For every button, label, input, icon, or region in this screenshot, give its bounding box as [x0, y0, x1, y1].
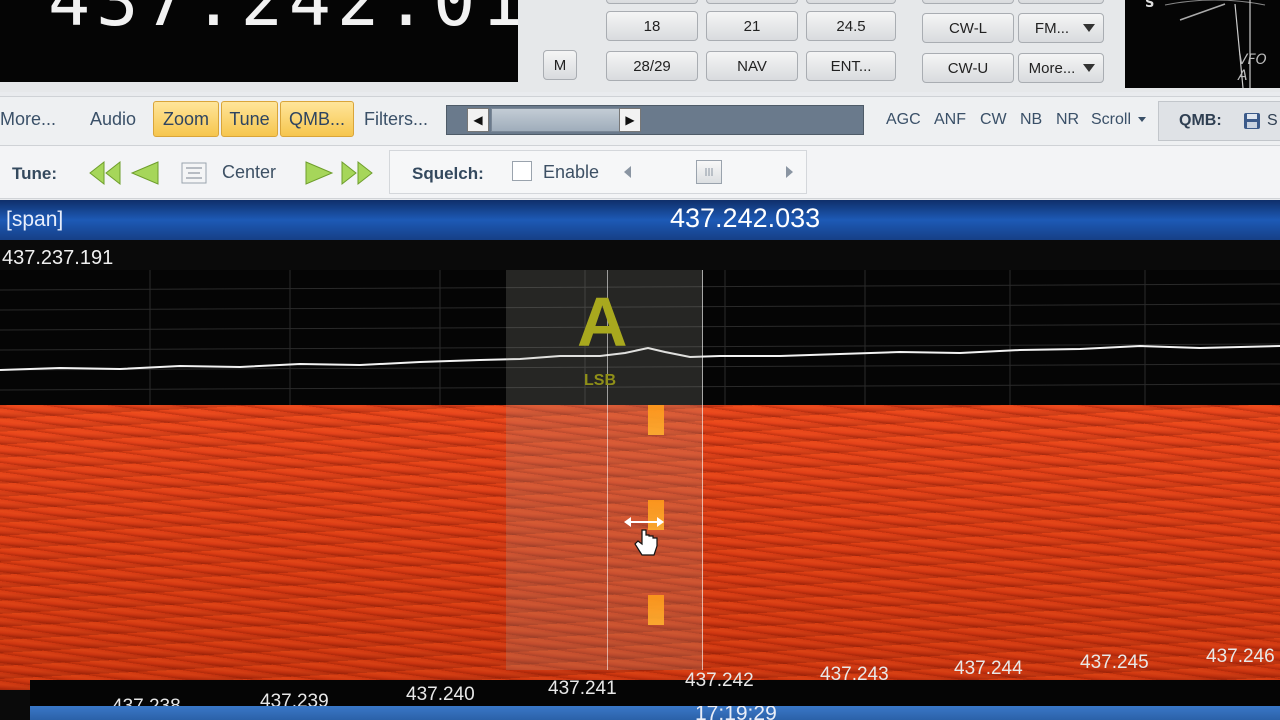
- arrow-right-icon[interactable]: ▶: [619, 108, 641, 132]
- more-menu[interactable]: More...: [0, 109, 56, 130]
- band-button-28-29[interactable]: 28/29: [606, 51, 698, 81]
- resize-hand-cursor-icon: [624, 517, 664, 556]
- zoom-slider[interactable]: ◀ ▶: [446, 105, 864, 135]
- filters-menu[interactable]: Filters...: [364, 109, 428, 130]
- anf-button[interactable]: ANF: [934, 111, 966, 129]
- spectrum-display[interactable]: [span] 437.242.033 437.237.191 A LSB 437…: [0, 200, 1280, 720]
- main-toolbar: More... Audio Zoom Tune QMB... Filters..…: [0, 96, 1280, 146]
- band-button-24-5[interactable]: 24.5: [806, 11, 896, 41]
- center-frequency: 437.242.033: [670, 203, 821, 233]
- mode-cw-l-label: CW-L: [948, 19, 988, 37]
- nb-button[interactable]: NB: [1020, 111, 1042, 129]
- mode-fm-dropdown[interactable]: FM...: [1018, 13, 1104, 43]
- tick-label: 437.240: [406, 684, 475, 705]
- step-back-icon[interactable]: [128, 160, 162, 186]
- mode-button-top-1[interactable]: [922, 0, 1014, 4]
- agc-button[interactable]: AGC: [886, 111, 921, 129]
- nr-button[interactable]: NR: [1056, 111, 1079, 129]
- squelch-enable-label: Enable: [543, 162, 600, 182]
- frequency-readout: 437.242.016: [48, 0, 518, 42]
- nav-button[interactable]: NAV: [706, 51, 798, 81]
- mode-fm-label: FM...: [1034, 19, 1070, 37]
- top-panel: 437.242.016 18 21 24.5 M 28/29 NAV ENT..…: [0, 0, 1280, 92]
- status-bar: 17:19:29: [30, 706, 1280, 720]
- zoom-slider-thumb[interactable]: [491, 108, 621, 132]
- step-forward-icon[interactable]: [302, 160, 336, 186]
- chevron-down-icon: [1083, 24, 1095, 32]
- keypad-button-top-3[interactable]: [806, 0, 896, 4]
- mode-cw-u-label: CW-U: [947, 59, 989, 77]
- zoom-label: Zoom: [162, 108, 209, 129]
- tune-row-label: Tune:: [12, 164, 58, 183]
- vfo-meter-panel: S VFO A: [1125, 0, 1280, 88]
- band-button-18[interactable]: 18: [606, 11, 698, 41]
- center-icon[interactable]: [180, 160, 208, 186]
- qmb-toggle[interactable]: QMB...: [280, 101, 354, 137]
- vfo-letter: A: [577, 283, 628, 361]
- audio-tab[interactable]: Audio: [90, 109, 136, 130]
- mode-cw-u-button[interactable]: CW-U: [922, 53, 1014, 83]
- chevron-down-icon: [1083, 64, 1095, 72]
- squelch-enable-checkbox[interactable]: [512, 161, 532, 181]
- vfo-label: VFO A: [1238, 52, 1267, 84]
- zoom-toggle[interactable]: Zoom: [153, 101, 219, 137]
- arrow-left-icon[interactable]: [624, 166, 631, 178]
- mode-cw-l-button[interactable]: CW-L: [922, 13, 1014, 43]
- center-button[interactable]: Center: [222, 162, 276, 183]
- mode-label: LSB: [584, 372, 616, 389]
- span-label: [span]: [6, 208, 64, 231]
- tick-label: 437.242: [685, 670, 754, 691]
- arrow-left-icon[interactable]: ◀: [467, 108, 489, 132]
- start-frequency: 437.237.191: [2, 247, 114, 269]
- tick-label: 437.243: [820, 664, 889, 685]
- band-button-21[interactable]: 21: [706, 11, 798, 41]
- keypad-button-top-2[interactable]: [706, 0, 798, 4]
- span-bar: [span] 437.242.033: [0, 200, 1280, 240]
- chevron-down-icon: [1138, 117, 1146, 122]
- qmb-panel: QMB: S: [1158, 101, 1280, 141]
- squelch-label: Squelch:: [412, 164, 484, 183]
- qmb-label: QMB...: [288, 108, 345, 129]
- tune-label: Tune: [229, 108, 270, 129]
- tick-label: 437.245: [1080, 652, 1149, 673]
- qmb-panel-label: QMB:: [1179, 112, 1222, 129]
- save-icon[interactable]: [1243, 112, 1261, 130]
- tune-row: Tune: Center Squelch: Enable: [0, 146, 1280, 199]
- enter-button[interactable]: ENT...: [806, 51, 896, 81]
- tune-toggle[interactable]: Tune: [221, 101, 278, 137]
- squelch-slider-thumb[interactable]: [696, 160, 722, 184]
- mode-button-top-2[interactable]: [1018, 0, 1104, 4]
- scroll-menu[interactable]: Scroll: [1091, 111, 1131, 129]
- memory-button[interactable]: M: [543, 50, 577, 80]
- grip-icon: [705, 168, 713, 176]
- cw-button[interactable]: CW: [980, 111, 1007, 129]
- fast-forward-icon[interactable]: [340, 160, 374, 186]
- mode-more-dropdown[interactable]: More...: [1018, 53, 1104, 83]
- frequency-display[interactable]: 437.242.016: [0, 0, 518, 82]
- fast-rewind-icon[interactable]: [88, 160, 122, 186]
- tick-label: 437.241: [548, 678, 617, 699]
- keypad-button-top-1[interactable]: [606, 0, 698, 4]
- tick-label: 437.246: [1206, 646, 1275, 667]
- tick-label: 437.244: [954, 658, 1023, 679]
- arrow-right-icon[interactable]: [786, 166, 793, 178]
- clock: 17:19:29: [695, 706, 777, 720]
